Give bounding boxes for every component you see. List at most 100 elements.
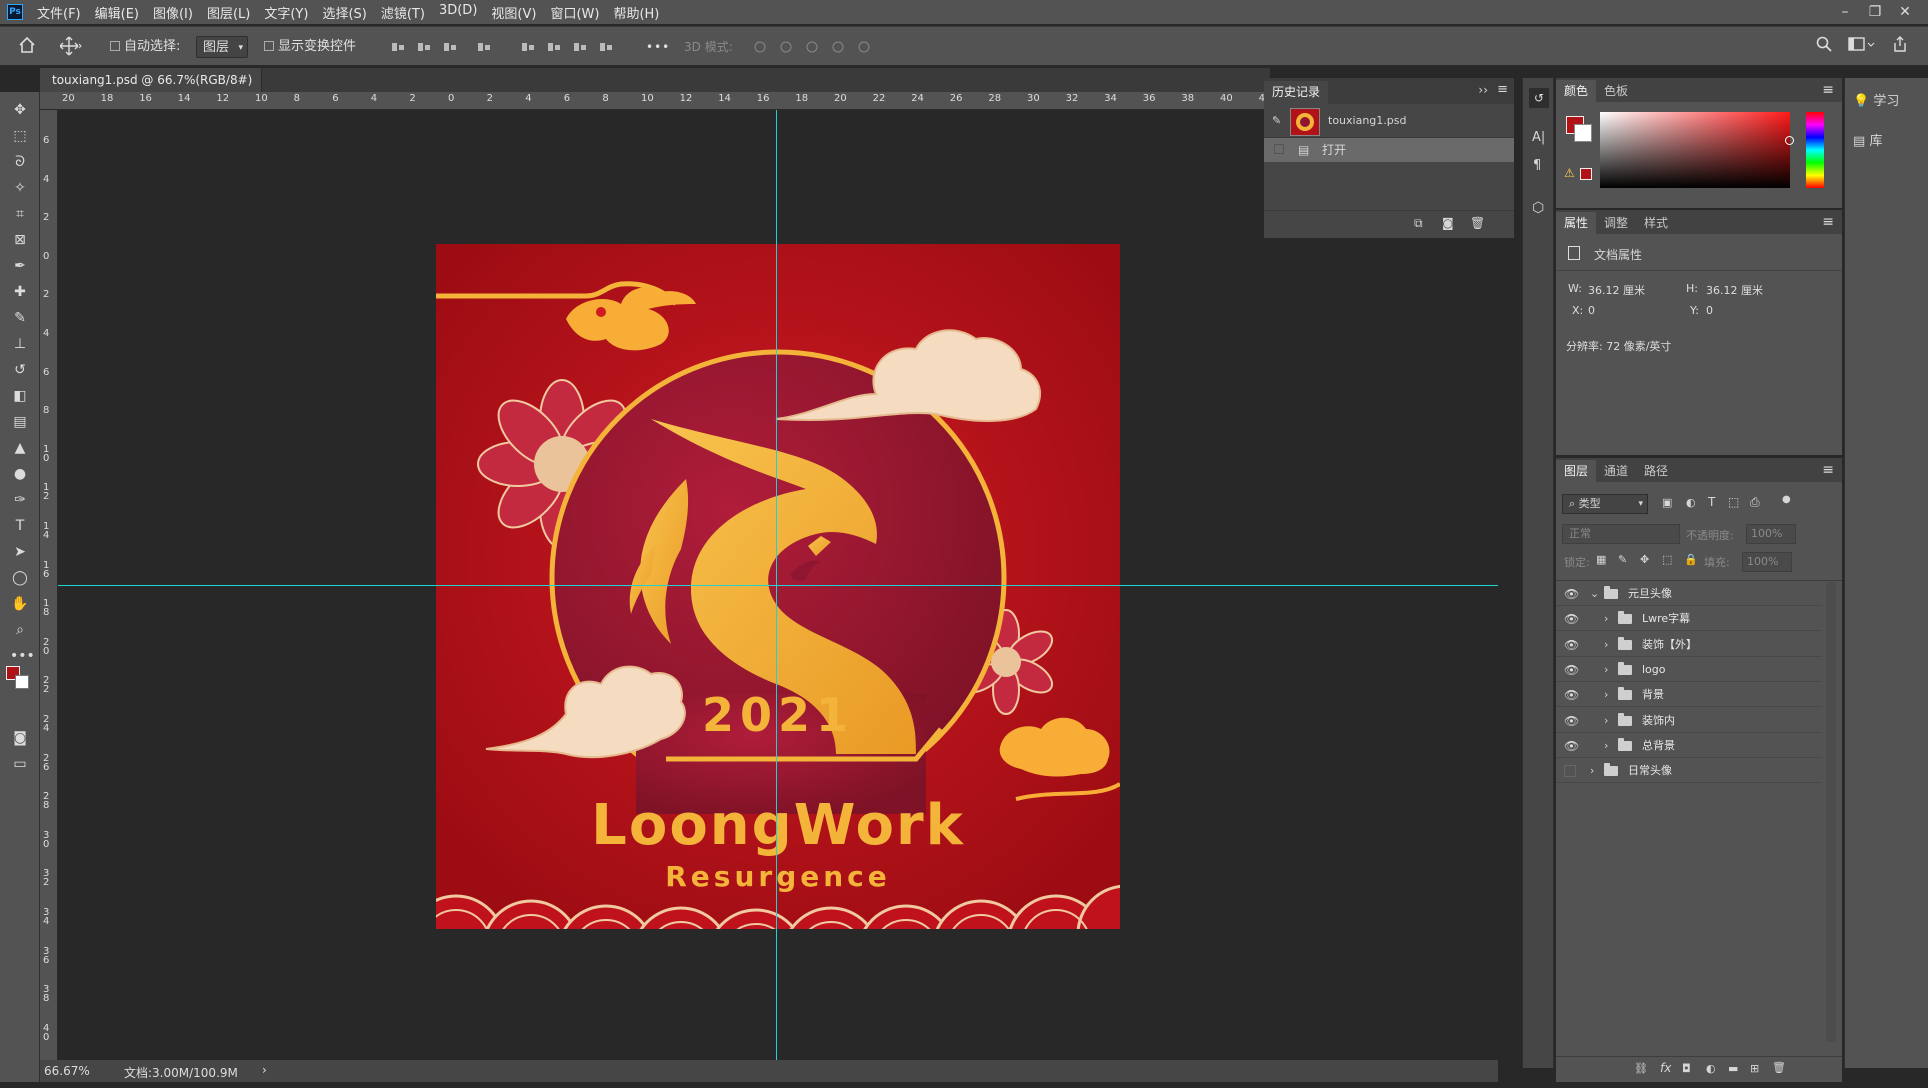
history-state[interactable]: ▤ 打开 — [1264, 138, 1514, 162]
dodge-tool-icon[interactable]: ● — [10, 464, 30, 484]
type-tool-icon[interactable]: T — [10, 516, 30, 536]
delete-layer-icon[interactable]: 🗑 — [1772, 1061, 1786, 1074]
type-filter-icon[interactable]: T — [1708, 495, 1715, 509]
menu-item[interactable]: 帮助(H) — [613, 3, 659, 22]
gamut-swatch[interactable] — [1580, 168, 1592, 180]
show-transform-checkbox[interactable]: 显示变换控件 — [264, 36, 356, 58]
opacity-field[interactable]: 100% — [1746, 524, 1796, 544]
chevron-right-icon[interactable]: › — [1604, 633, 1608, 657]
workspace-icon[interactable] — [1848, 36, 1876, 58]
ruler-corner[interactable] — [40, 92, 60, 110]
panel-tab[interactable]: 通道 — [1596, 460, 1636, 482]
visibility-eye-icon[interactable]: 👁 — [1564, 582, 1579, 606]
history-panel-icon[interactable]: ↺ — [1529, 88, 1549, 108]
quick-mask-icon[interactable]: ◙ — [10, 728, 30, 748]
panel-tab[interactable]: 路径 — [1636, 460, 1676, 482]
marquee-tool-icon[interactable]: ⬚ — [10, 126, 30, 146]
move-tool-icon[interactable]: ✥ — [10, 100, 30, 120]
menu-item[interactable]: 滤镜(T) — [381, 3, 425, 22]
x-value[interactable]: 0 — [1588, 304, 1595, 317]
visibility-toggle[interactable] — [1564, 765, 1576, 778]
3d-mode-icon[interactable] — [856, 40, 872, 54]
learn-button[interactable]: 💡 学习 — [1853, 90, 1899, 109]
close-button[interactable]: ✕ — [1890, 4, 1920, 20]
panel-menu-icon[interactable]: ≡ — [1822, 214, 1834, 230]
lock-transparent-icon[interactable]: ▦ — [1596, 553, 1606, 566]
lock-artboard-icon[interactable]: ⬚ — [1662, 553, 1672, 566]
pixel-filter-icon[interactable]: ▣ — [1662, 496, 1672, 509]
layer-row[interactable]: › 日常头像 — [1556, 759, 1822, 784]
history-snapshot[interactable]: ✎ touxiang1.psd — [1264, 104, 1514, 138]
crop-tool-icon[interactable]: ⌗ — [10, 204, 30, 224]
align-icon[interactable] — [572, 40, 588, 54]
visibility-eye-icon[interactable]: 👁 — [1564, 709, 1579, 733]
chevron-right-icon[interactable]: › — [1604, 734, 1608, 758]
new-group-icon[interactable]: ▬ — [1728, 1062, 1738, 1075]
menu-item[interactable]: 选择(S) — [322, 3, 366, 22]
camera-icon[interactable]: ◙ — [1442, 216, 1454, 230]
y-value[interactable]: 0 — [1706, 304, 1713, 317]
link-layers-icon[interactable]: ⛓ — [1634, 1062, 1648, 1075]
blend-mode-dropdown[interactable]: 正常 — [1562, 524, 1680, 544]
panel-tab[interactable]: 调整 — [1596, 212, 1636, 234]
healing-brush-tool-icon[interactable]: ✚ — [10, 282, 30, 302]
fill-field[interactable]: 100% — [1742, 552, 1792, 572]
more-tools-icon[interactable]: ••• — [10, 646, 35, 666]
filter-toggle-icon[interactable]: ● — [1782, 494, 1791, 505]
align-icon[interactable] — [520, 40, 536, 54]
hand-tool-icon[interactable]: ✋ — [10, 594, 30, 614]
gamut-warning-icon[interactable]: ⚠ — [1564, 166, 1575, 180]
library-button[interactable]: ▤ 库 — [1853, 130, 1882, 149]
width-value[interactable]: 36.12 厘米 — [1588, 282, 1645, 298]
frame-tool-icon[interactable]: ⊠ — [10, 230, 30, 250]
background-swatch[interactable] — [1574, 124, 1592, 142]
move-tool-icon[interactable] — [59, 36, 82, 58]
panel-tab[interactable]: 属性 — [1556, 212, 1597, 234]
menu-item[interactable]: 编辑(E) — [95, 3, 139, 22]
eyedropper-tool-icon[interactable]: ✒ — [10, 256, 30, 276]
layers-scrollbar[interactable] — [1826, 582, 1836, 1042]
panel-menu-icon[interactable]: ≡ — [1497, 82, 1508, 97]
brush-tool-icon[interactable]: ✎ — [10, 308, 30, 328]
lasso-tool-icon[interactable]: ᘐ — [10, 152, 30, 172]
new-layer-icon[interactable]: ⊞ — [1750, 1062, 1759, 1075]
visibility-eye-icon[interactable]: 👁 — [1564, 683, 1579, 707]
visibility-eye-icon[interactable]: 👁 — [1564, 607, 1579, 631]
history-tab[interactable]: 历史记录 — [1264, 81, 1329, 104]
smart-object-filter-icon[interactable]: ⎙ — [1750, 495, 1760, 510]
3d-mode-icon[interactable] — [752, 40, 768, 54]
menu-item[interactable]: 文字(Y) — [264, 3, 308, 22]
lock-all-icon[interactable]: 🔒 — [1684, 553, 1698, 566]
auto-select-dropdown[interactable]: 图层 ▾ — [196, 36, 249, 58]
lock-brush-icon[interactable]: ✎ — [1618, 553, 1627, 566]
panel-menu-icon[interactable]: ≡ — [1822, 462, 1834, 478]
3d-mode-icon[interactable] — [804, 40, 820, 54]
align-icon[interactable] — [442, 40, 458, 54]
artboard-image[interactable]: 2021 LoongWork Resurgence — [436, 244, 1120, 929]
paragraph-icon[interactable]: ¶ — [1533, 158, 1541, 173]
share-icon[interactable] — [1892, 36, 1908, 58]
history-brush-tool-icon[interactable]: ↺ — [10, 360, 30, 380]
menu-item[interactable]: 窗口(W) — [550, 3, 599, 22]
zoom-level[interactable]: 66.67% — [44, 1064, 90, 1078]
more-options-button[interactable]: ••• — [646, 36, 670, 58]
menu-item[interactable]: 图层(L) — [207, 3, 250, 22]
chevron-right-icon[interactable]: › — [1590, 759, 1594, 783]
chevron-right-icon[interactable]: › — [1604, 683, 1608, 707]
clone-stamp-tool-icon[interactable]: ⊥ — [10, 334, 30, 354]
layer-row[interactable]: 👁 › logo — [1556, 658, 1822, 682]
adjustment-filter-icon[interactable]: ◐ — [1686, 496, 1696, 509]
guide-horizontal[interactable] — [58, 585, 1498, 586]
chevron-down-icon[interactable]: ⌄ — [1590, 582, 1599, 606]
menu-item[interactable]: 文件(F) — [37, 3, 81, 22]
align-icon[interactable] — [416, 40, 432, 54]
new-document-from-state-icon[interactable]: ⧉ — [1414, 216, 1423, 231]
align-icon[interactable] — [598, 40, 614, 54]
layer-filter-dropdown[interactable]: ⌕ 类型 ▾ — [1562, 494, 1648, 514]
adjustment-layer-icon[interactable]: ◐ — [1706, 1062, 1716, 1075]
menu-item[interactable]: 3D(D) — [439, 3, 477, 22]
magic-wand-tool-icon[interactable]: ✧ — [10, 178, 30, 198]
document-tab[interactable]: touxiang1.psd @ 66.7%(RGB/8#) * × — [40, 68, 262, 111]
chevron-right-icon[interactable]: › — [1604, 709, 1608, 733]
visibility-eye-icon[interactable]: 👁 — [1564, 633, 1579, 657]
